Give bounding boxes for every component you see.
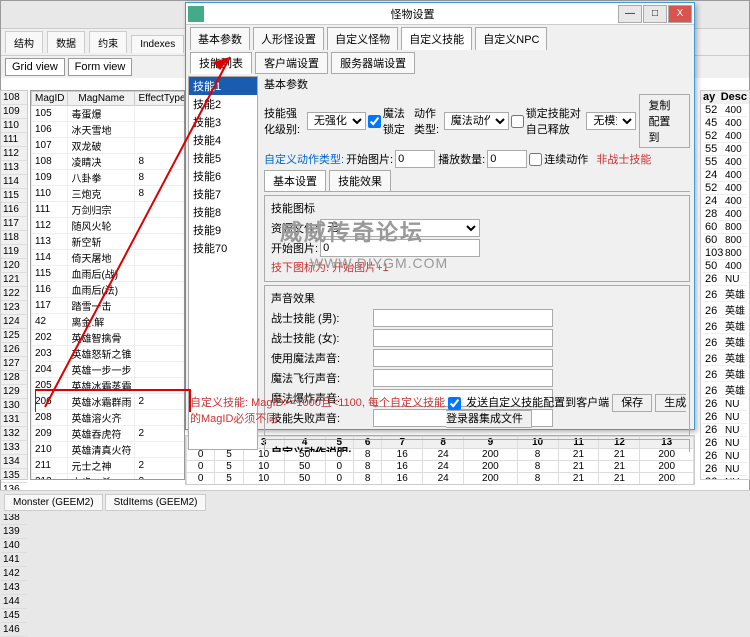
monster-settings-dialog: 怪物设置 — □ X 基本参数 人形怪设置 自定义怪物 自定义技能 自定义NPC… [185,2,695,430]
lockself-select[interactable]: 无模式 [586,112,636,130]
bg-tab[interactable]: Indexes [131,35,184,53]
table-row[interactable]: 105毒蛋爆 [32,106,186,122]
frame-count-input[interactable] [487,150,527,168]
action-type-select[interactable]: 魔法动作 [444,112,509,130]
subtab-skill-list[interactable]: 技能列表 [190,52,252,74]
dialog-titlebar[interactable]: 怪物设置 — □ X [186,3,694,25]
tab-custom-monster[interactable]: 自定义怪物 [327,27,398,50]
explain-fieldset: 自定义动作说明: 普通动作: 普 通 砍: 开始图片200, 播放数量4, 空白… [264,439,690,452]
footer-tab[interactable]: Monster (GEEM2) [4,494,103,511]
table-row[interactable]: 211元士之神2 [32,458,186,474]
dialog-title: 怪物设置 [208,6,617,22]
bg-data-table[interactable]: MagIDMagNameEffectType 105毒蛋爆106冰天雪地107双… [30,90,185,480]
table-row[interactable]: 111万剑归宗 [32,202,186,218]
tab-basic-params[interactable]: 基本参数 [190,27,250,50]
subtab-server[interactable]: 服务器端设置 [331,52,415,74]
send-config-check[interactable] [448,397,461,410]
table-row[interactable]: 209英雄吞虎符2 [32,426,186,442]
close-button[interactable]: X [668,5,692,23]
table-row[interactable]: 05105008162420082121200 [187,473,694,485]
tab-humanoid[interactable]: 人形怪设置 [253,27,324,50]
intab-effect[interactable]: 技能效果 [329,170,391,191]
table-header: MagIDMagNameEffectType [32,92,186,106]
force-select[interactable]: 无强化 [307,112,366,130]
skill-item[interactable]: 技能4 [189,131,257,149]
table-row[interactable]: 117踏雪一击 [32,298,186,314]
skill-item[interactable]: 技能70 [189,239,257,257]
table-row[interactable]: 208英雄溶火齐 [32,410,186,426]
tab-custom-skill[interactable]: 自定义技能 [401,27,472,50]
skill-item[interactable]: 技能3 [189,113,257,131]
main-tab-strip: 基本参数 人形怪设置 自定义怪物 自定义技能 自定义NPC [186,25,694,52]
table-row[interactable]: 106冰天雪地 [32,122,186,138]
skill-item[interactable]: 技能5 [189,149,257,167]
sound-input[interactable] [373,369,553,387]
intab-basic[interactable]: 基本设置 [264,170,326,191]
sub-tab-strip: 技能列表 客户端设置 服务器端设置 [186,52,694,74]
app-icon [188,6,204,22]
icon-note: 技下图标为: 开始图片+1 [271,259,683,275]
table-row[interactable]: 202英雄智擒骨 [32,330,186,346]
table-row[interactable]: 206英雄冰霜群雨2 [32,394,186,410]
minimize-button[interactable]: — [618,5,642,23]
table-row[interactable]: 204英雄一步一步 [32,362,186,378]
table-row[interactable]: 108凌睛决8 [32,154,186,170]
table-row[interactable]: 42离金.解 [32,314,186,330]
table-row[interactable]: 115血雨后(战) [32,266,186,282]
table-row[interactable]: 110三炮克8 [32,186,186,202]
table-row[interactable]: 114倚天屠地 [32,250,186,266]
maximize-button[interactable]: □ [643,5,667,23]
copy-config-button[interactable]: 复制配置到 [639,94,690,148]
sound-input[interactable] [373,349,553,367]
table-row[interactable]: 112随风火轮 [32,218,186,234]
start-pic-input[interactable] [395,150,435,168]
lock-self-check[interactable] [511,115,524,128]
dialog-footer: 自定义技能: MagID>=1000且<1100, 每个自定义技能的MagID必… [190,394,690,426]
sound-input[interactable] [373,309,553,327]
grid-view-btn[interactable]: Grid view [5,58,65,76]
table-row[interactable]: 05105008162420082121200 [187,461,694,473]
skill-item[interactable]: 技能1 [189,77,257,95]
bg-tab[interactable]: 约束 [89,31,127,53]
bg-tab[interactable]: 结构 [5,31,43,53]
force-label: 技能强化级别: [264,105,305,137]
custom-action-label: 自定义动作类型: [264,151,344,167]
form-view-btn[interactable]: Form view [68,58,133,76]
section-label: 基本参数 [264,76,690,92]
footer-tabs: Monster (GEEM2) StdItems (GEEM2) [0,490,750,514]
icon-fieldset: 技能图标 资源文件:无 开始图片: 技下图标为: 开始图片+1 [264,195,690,282]
table-row[interactable]: 113新空斩 [32,234,186,250]
icon-start-input[interactable] [320,239,480,257]
skill-item[interactable]: 技能6 [189,167,257,185]
footer-warning: 自定义技能: MagID>=1000且<1100, 每个自定义技能的MagID必… [190,394,446,426]
table-row[interactable]: 205英雄冰霜蒸霜 [32,378,186,394]
tab-custom-npc[interactable]: 自定义NPC [475,27,547,50]
row-gutter: 1081091101111121131141151161171181191201… [0,90,28,480]
inner-tabs: 基本设置 技能效果 [264,170,690,192]
footer-tab[interactable]: StdItems (GEEM2) [105,494,207,511]
bg-tab[interactable]: 数据 [47,31,85,53]
skill-item[interactable]: 技能9 [189,221,257,239]
sound-input[interactable] [373,329,553,347]
skill-item[interactable]: 技能2 [189,95,257,113]
skill-item[interactable]: 技能8 [189,203,257,221]
right-data-col: ayDesc 524004540052400554005540024400524… [700,90,750,480]
resource-select[interactable]: 无 [320,219,480,237]
table-row[interactable]: 116血雨后(法) [32,282,186,298]
table-row[interactable]: 109八卦拳8 [32,170,186,186]
subtab-client[interactable]: 客户端设置 [255,52,328,74]
table-row[interactable]: 210英雄清真火符 [32,442,186,458]
table-row[interactable]: 107双龙破 [32,138,186,154]
nowarrior-label: 非战士技能 [596,151,651,167]
save-button[interactable]: 保存 [612,394,652,412]
table-row[interactable]: 213十步一杀2 [32,474,186,481]
continuous-check[interactable] [529,153,542,166]
table-row[interactable]: 203英雄怒斩之锥 [32,346,186,362]
skill-item[interactable]: 技能7 [189,185,257,203]
magic-lock-check[interactable] [368,115,381,128]
